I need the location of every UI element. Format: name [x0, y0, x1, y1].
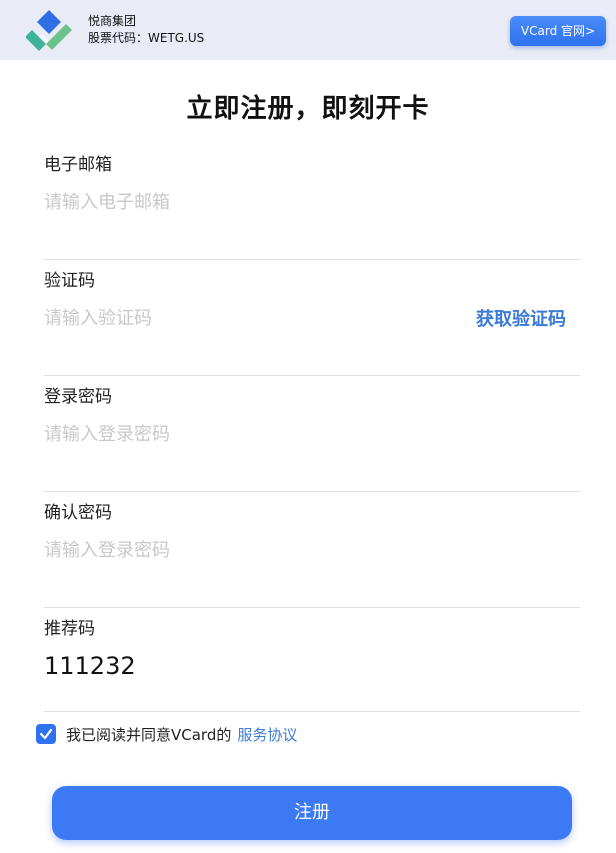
company-name: 悦商集团 — [88, 14, 137, 28]
password-row: 登录密码 — [44, 376, 580, 492]
agreement-row: 我已阅读并同意VCard的 服务协议 — [36, 722, 297, 746]
email-row: 电子邮箱 — [44, 144, 580, 260]
register-page: 悦商集团 股票代码：WETG.US VCard 官网> 立即注册，即刻开卡 电子… — [0, 0, 616, 853]
referral-input[interactable] — [44, 648, 444, 684]
company-logo-icon — [26, 10, 72, 51]
referral-row: 推荐码 — [44, 608, 580, 712]
code-label: 验证码 — [44, 271, 95, 291]
check-icon — [39, 728, 53, 740]
password-label: 登录密码 — [44, 387, 112, 407]
password-input[interactable] — [44, 416, 444, 452]
confirm-password-label: 确认密码 — [44, 503, 112, 523]
email-input[interactable] — [44, 184, 444, 220]
code-input[interactable] — [44, 300, 444, 336]
get-code-button[interactable]: 获取验证码 — [476, 305, 566, 331]
code-row: 验证码 获取验证码 — [44, 260, 580, 376]
page-title: 立即注册，即刻开卡 — [186, 94, 430, 124]
agreement-text: 我已阅读并同意VCard的 — [66, 725, 232, 744]
agreement-checkbox[interactable] — [36, 724, 56, 744]
stock-code: 股票代码：WETG.US — [88, 31, 205, 45]
referral-label: 推荐码 — [44, 619, 95, 639]
confirm-password-input[interactable] — [44, 532, 444, 568]
service-agreement-link[interactable]: 服务协议 — [237, 724, 297, 745]
register-button[interactable]: 注册 — [52, 786, 572, 840]
company-info: 悦商集团 股票代码：WETG.US — [88, 13, 204, 47]
top-banner: 悦商集团 股票代码：WETG.US VCard 官网> — [0, 0, 616, 60]
email-label: 电子邮箱 — [44, 155, 112, 175]
vcard-website-button[interactable]: VCard 官网> — [510, 16, 606, 46]
confirm-password-row: 确认密码 — [44, 492, 580, 608]
